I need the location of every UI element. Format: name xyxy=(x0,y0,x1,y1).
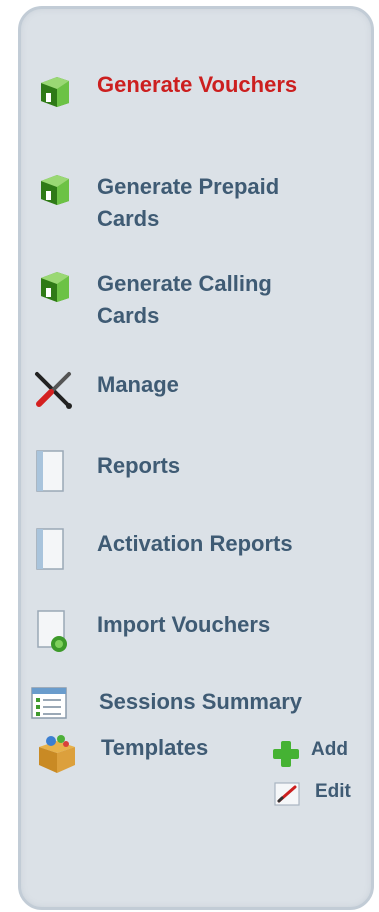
menu-item-generate-prepaid-cards[interactable]: Generate Prepaid Cards xyxy=(21,167,371,237)
menu-item-label-line-1: Generate Prepaid xyxy=(97,174,280,199)
document-icon xyxy=(33,449,67,493)
menu-item-label: Activation Reports xyxy=(97,531,293,556)
add-label: Add xyxy=(311,739,348,760)
menu-item-label-line-2: Cards xyxy=(97,303,160,328)
navigation-panel: Generate Vouchers Generate Prepaid Cards xyxy=(18,6,374,910)
green-book-icon xyxy=(35,71,75,111)
menu-item-label: Reports xyxy=(97,453,181,478)
templates-add-button[interactable]: Add xyxy=(269,733,369,767)
checklist-window-icon xyxy=(31,687,67,719)
edit-label: Edit xyxy=(315,781,351,802)
menu-item-manage[interactable]: Manage xyxy=(21,364,371,412)
templates-edit-button[interactable]: Edit xyxy=(269,775,369,809)
menu-item-generate-calling-cards[interactable]: Generate Calling Cards xyxy=(21,264,371,334)
menu-item-reports[interactable]: Reports xyxy=(21,445,371,493)
menu-item-label: Generate Vouchers xyxy=(97,72,298,97)
tools-icon xyxy=(31,368,75,412)
menu-item-label-line-2: Cards xyxy=(97,206,160,231)
menu-item-label: Manage xyxy=(97,372,179,397)
menu-item-label-line-1: Generate Calling xyxy=(97,271,272,296)
menu-item-import-vouchers[interactable]: Import Vouchers xyxy=(21,604,371,654)
menu-item-label: Templates xyxy=(101,735,209,760)
menu-item-activation-reports[interactable]: Activation Reports xyxy=(21,523,371,571)
document-icon xyxy=(33,527,67,571)
import-document-icon xyxy=(35,608,71,654)
menu-item-templates[interactable]: Templates xyxy=(21,727,261,775)
green-book-icon xyxy=(35,266,75,306)
box-icon xyxy=(35,731,79,775)
menu-item-generate-vouchers[interactable]: Generate Vouchers xyxy=(21,9,371,109)
green-book-icon xyxy=(35,169,75,209)
menu-item-label: Import Vouchers xyxy=(97,612,271,637)
pencil-icon xyxy=(273,779,303,809)
menu-item-label: Sessions Summary xyxy=(99,689,302,714)
plus-icon xyxy=(269,737,303,771)
menu-item-sessions-summary[interactable]: Sessions Summary xyxy=(21,683,371,723)
